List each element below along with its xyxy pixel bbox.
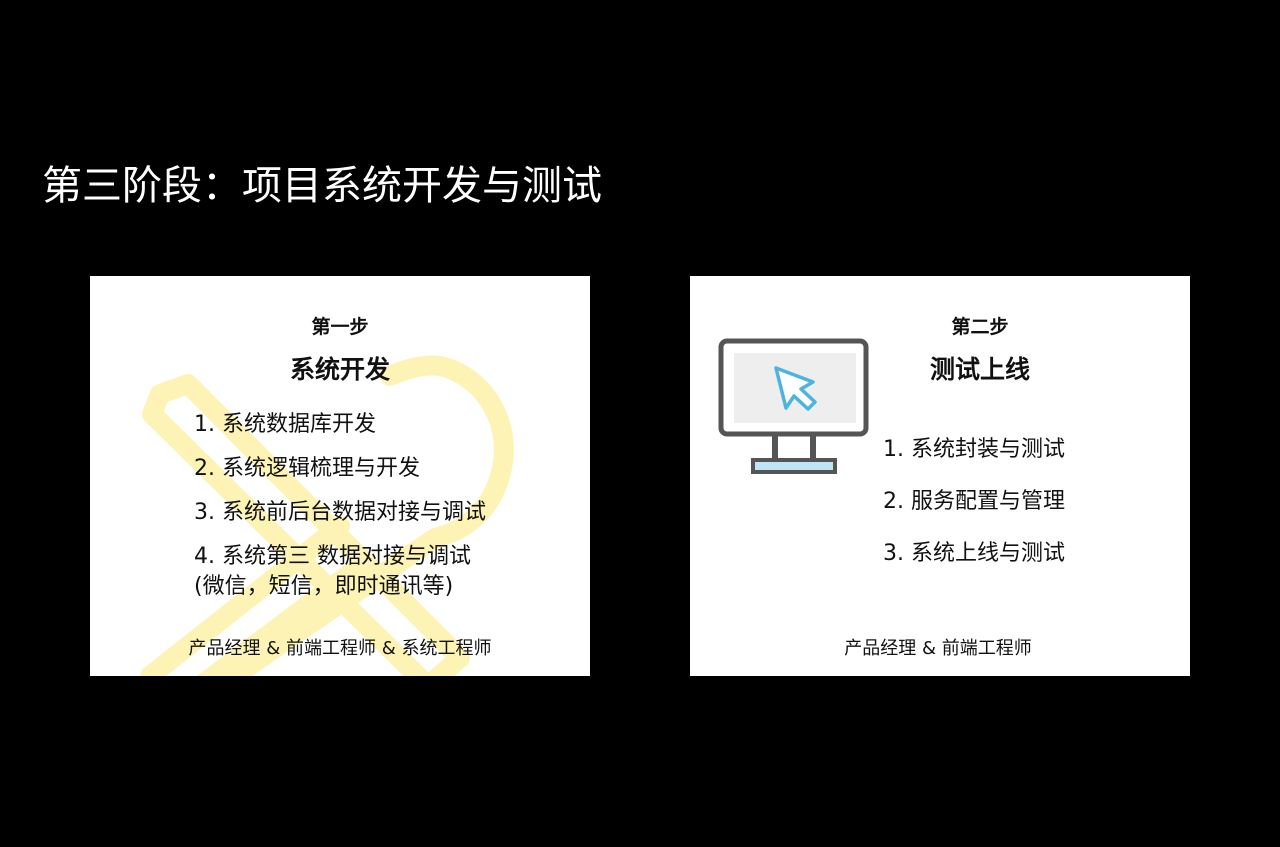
task-item: 3. 系统上线与测试 bbox=[883, 538, 1065, 570]
task-text: 1. 系统数据库开发 bbox=[194, 412, 376, 437]
step-heading: 系统开发 bbox=[289, 355, 390, 384]
task-list: 1. 系统数据库开发 2. 系统逻辑梳理与开发 3. 系统前后台数据对接与调试 … bbox=[194, 410, 486, 616]
task-item: 2. 系统逻辑梳理与开发 bbox=[194, 454, 486, 484]
task-item: 2. 服务配置与管理 bbox=[883, 486, 1065, 518]
task-item: 3. 系统前后台数据对接与调试 bbox=[194, 498, 486, 528]
task-subtext: (微信，短信，即时通讯等) bbox=[194, 574, 454, 599]
roles-line: 产品经理 & 前端工程师 & 系统工程师 bbox=[188, 638, 492, 659]
task-item: 1. 系统数据库开发 bbox=[194, 410, 486, 440]
task-item: 1. 系统封装与测试 bbox=[883, 434, 1065, 466]
step-heading: 测试上线 bbox=[929, 355, 1030, 384]
task-text: 2. 系统逻辑梳理与开发 bbox=[194, 456, 420, 481]
task-text: 3. 系统上线与测试 bbox=[883, 541, 1065, 566]
step-one-card: 第一步 系统开发 1. 系统数据库开发 2. 系统逻辑梳理与开发 3. 系统前后… bbox=[90, 276, 590, 676]
page-title: 第三阶段：项目系统开发与测试 bbox=[42, 163, 602, 209]
task-text: 4. 系统第三 数据对接与调试 bbox=[194, 544, 471, 569]
roles-line: 产品经理 & 前端工程师 bbox=[844, 638, 1032, 659]
step-label: 第一步 bbox=[311, 316, 369, 338]
step-label: 第二步 bbox=[951, 316, 1009, 338]
task-text: 1. 系统封装与测试 bbox=[883, 437, 1065, 462]
task-list: 1. 系统封装与测试 2. 服务配置与管理 3. 系统上线与测试 bbox=[883, 434, 1065, 590]
task-text: 2. 服务配置与管理 bbox=[883, 489, 1065, 514]
step-two-card: 第二步 测试上线 1. 系统封装与测试 2. 服务配置与管理 3. 系统上线与测… bbox=[690, 276, 1190, 676]
task-item: 4. 系统第三 数据对接与调试 (微信，短信，即时通讯等) bbox=[194, 542, 486, 602]
task-text: 3. 系统前后台数据对接与调试 bbox=[194, 500, 486, 525]
